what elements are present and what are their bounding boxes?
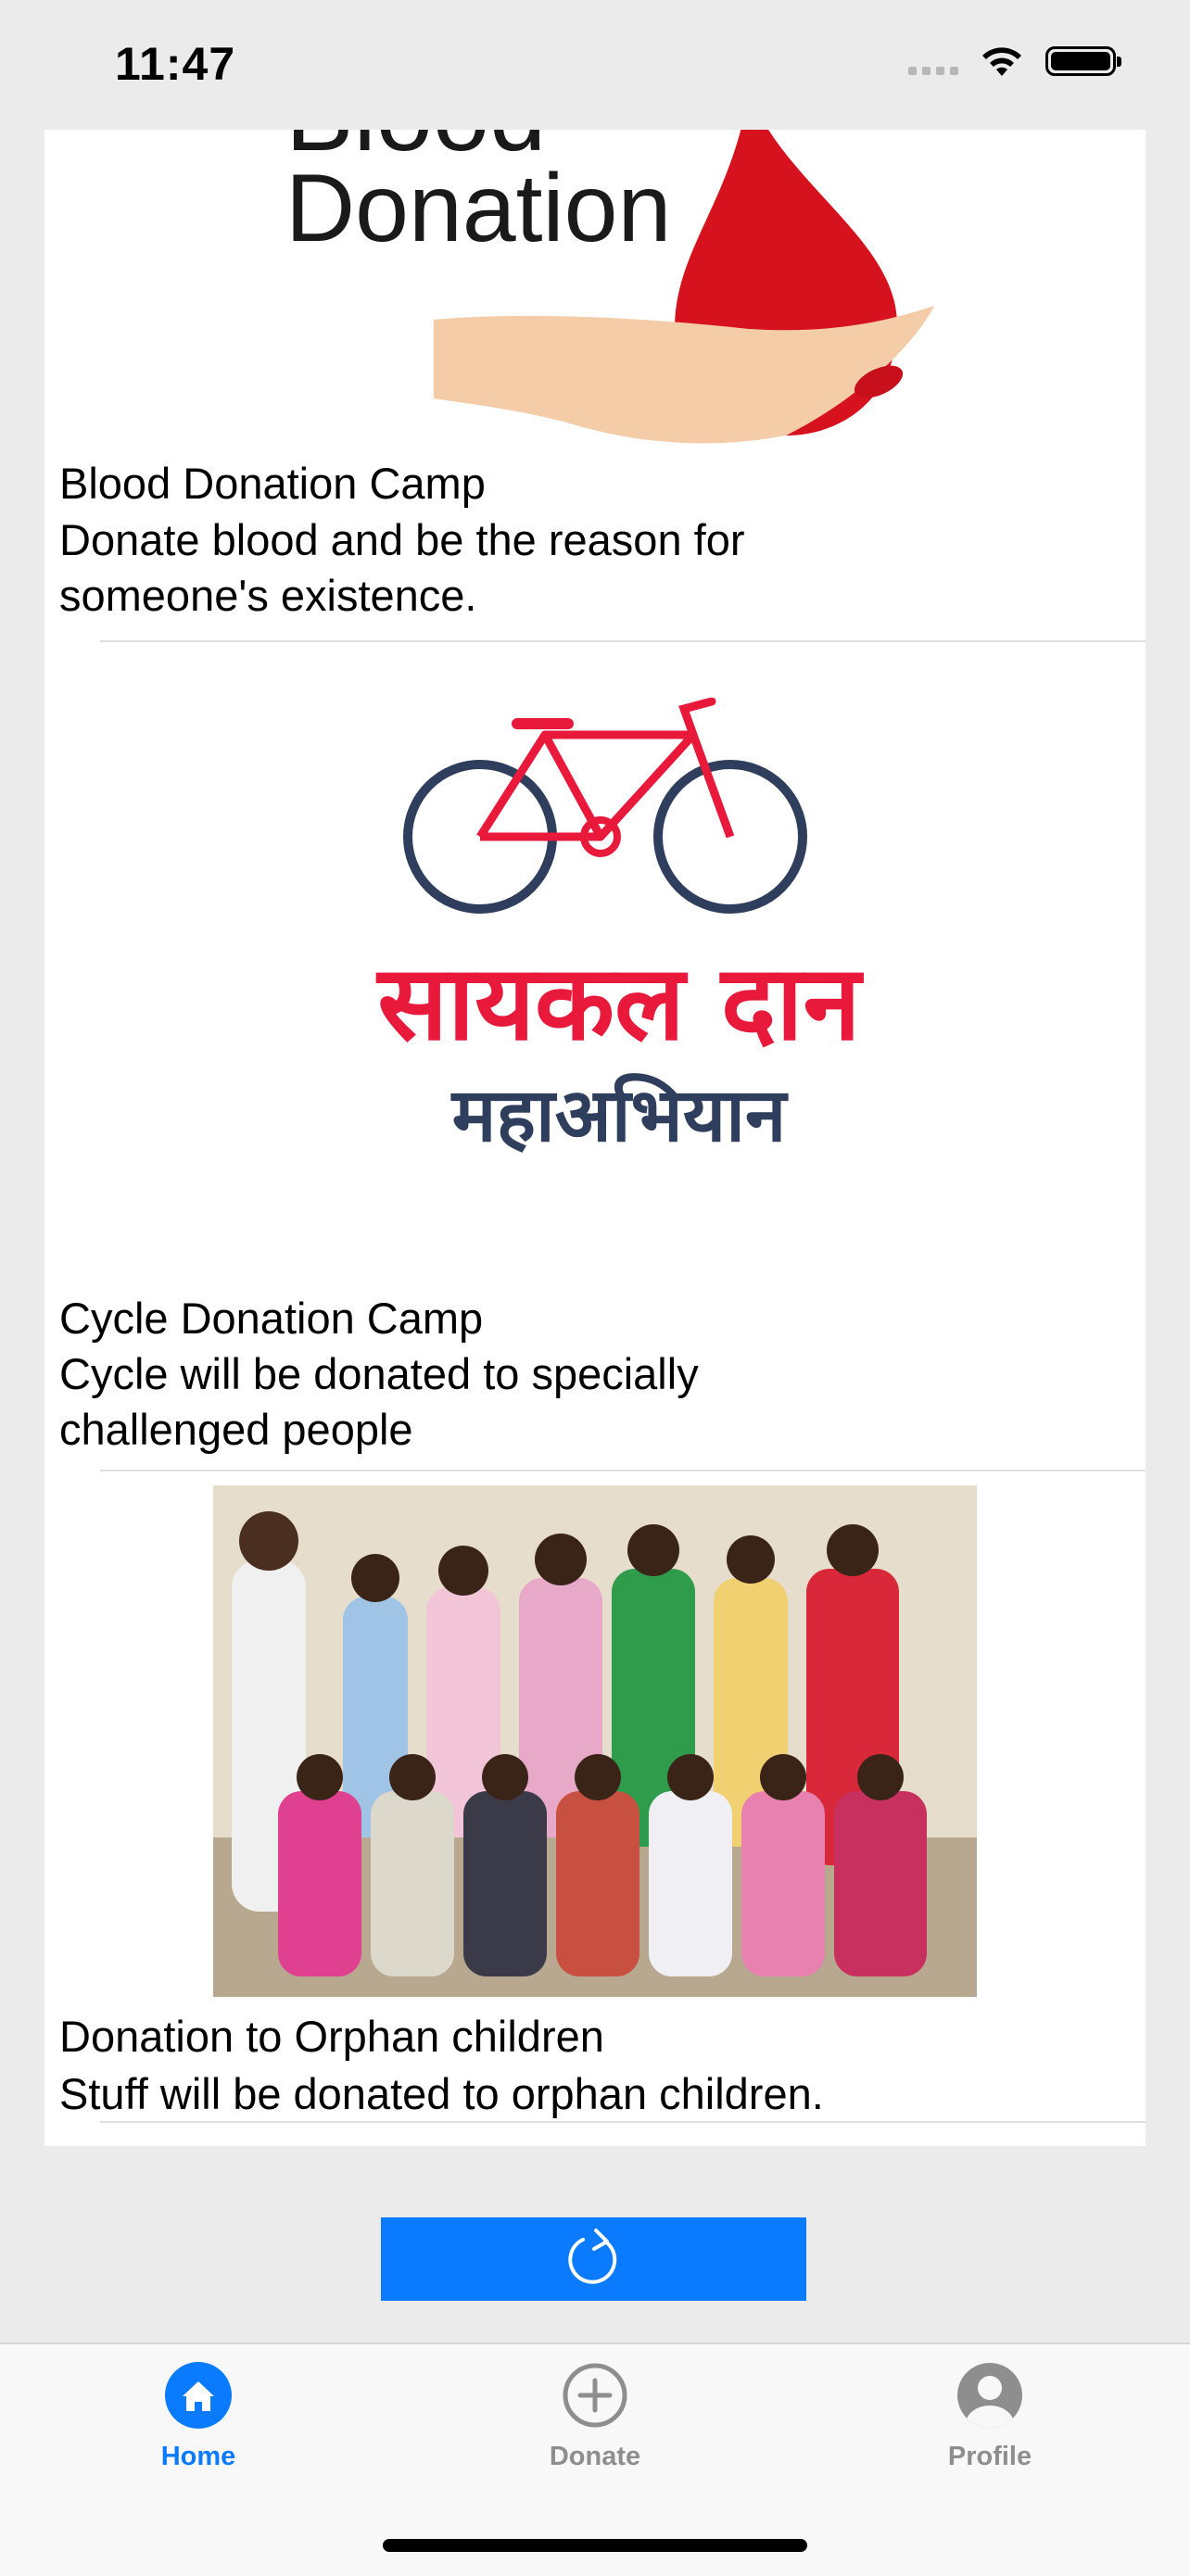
item-description: Donate blood and be the reason for someo… xyxy=(59,515,745,620)
person-circle-icon xyxy=(957,2363,1022,2428)
battery-icon xyxy=(1045,46,1121,76)
item-description: Cycle will be donated to specially chall… xyxy=(59,1349,699,1454)
house-icon xyxy=(165,2362,232,2429)
list-item-cycle-donation[interactable]: सायकल दान महाअभियान Cycle Donation Camp … xyxy=(44,642,1146,1471)
plus-circle-icon xyxy=(563,2363,627,2428)
tab-donate[interactable]: Donate xyxy=(484,2361,706,2472)
refresh-icon xyxy=(567,2229,616,2284)
blood-image-text: Donation xyxy=(285,155,671,262)
status-bar: 11:47 xyxy=(0,0,1190,130)
tab-home[interactable]: Home xyxy=(87,2361,310,2472)
item-title: Donation to Orphan children xyxy=(59,2012,604,2061)
bottom-separator xyxy=(100,2121,1146,2123)
refresh-button[interactable] xyxy=(381,2217,806,2301)
tab-label-profile: Profile xyxy=(947,2442,1032,2471)
status-icons xyxy=(908,44,1121,78)
item-title: Cycle Donation Camp xyxy=(59,1294,484,1343)
tab-bar: Home Donate Profile xyxy=(0,2342,1190,2576)
item-title: Blood Donation Camp xyxy=(59,459,486,508)
cycle-image-text-1: सायकल दान xyxy=(375,943,864,1064)
list-item-orphan-donation[interactable]: Donation to Orphan children Stuff will b… xyxy=(44,1471,1146,2146)
blood-donation-image: Blood Donation xyxy=(230,130,1027,449)
tab-label-home: Home xyxy=(160,2442,236,2471)
list-item-blood-donation[interactable]: Blood Donation Blood Donation Camp Donat… xyxy=(44,130,1146,642)
tab-label-donate: Donate xyxy=(549,2442,641,2471)
tab-profile[interactable]: Profile xyxy=(879,2361,1101,2472)
home-indicator xyxy=(383,2539,807,2552)
item-description: Stuff will be donated to orphan children… xyxy=(59,2069,824,2118)
wifi-icon xyxy=(982,47,1021,76)
cycle-image-text-2: महाअभियान xyxy=(450,1072,789,1158)
status-time: 11:47 xyxy=(115,38,236,90)
donation-list: Blood Donation Blood Donation Camp Donat… xyxy=(44,130,1146,2146)
orphan-children-photo xyxy=(213,1485,977,1997)
signal-icon xyxy=(908,47,958,75)
cycle-donation-image: सायकल दान महाअभियान xyxy=(323,698,916,1217)
